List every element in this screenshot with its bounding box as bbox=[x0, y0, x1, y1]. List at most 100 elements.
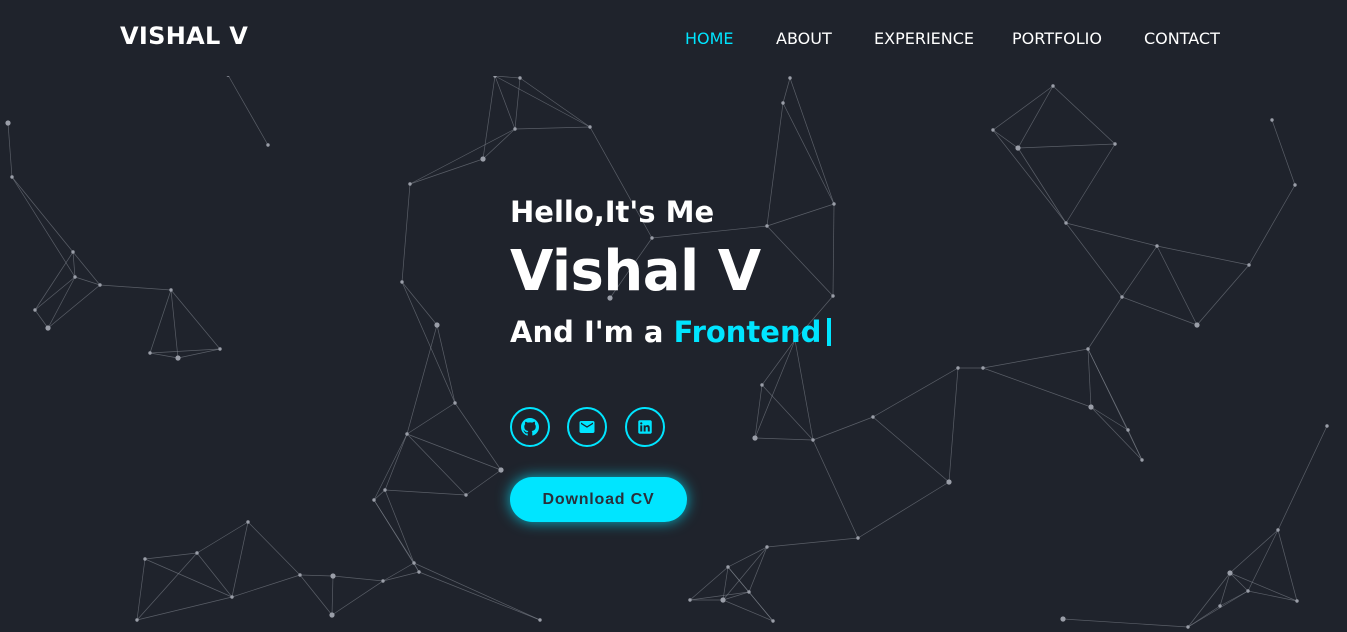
network-node bbox=[408, 182, 412, 186]
typed-role: Frontend bbox=[673, 315, 822, 349]
network-node bbox=[498, 467, 504, 473]
network-line bbox=[782, 102, 835, 205]
network-line bbox=[1062, 618, 1189, 628]
network-node bbox=[688, 598, 692, 602]
network-line bbox=[748, 546, 768, 593]
network-line bbox=[1229, 572, 1249, 592]
network-line bbox=[482, 128, 516, 160]
network-line bbox=[99, 284, 172, 291]
network-line bbox=[299, 574, 333, 616]
network-line bbox=[514, 126, 591, 130]
network-node bbox=[747, 590, 751, 594]
network-node bbox=[760, 383, 764, 387]
network-node bbox=[1293, 183, 1297, 187]
network-line bbox=[136, 552, 198, 621]
network-line bbox=[1247, 590, 1298, 602]
network-line bbox=[766, 225, 834, 297]
nav-about-link[interactable]: ABOUT bbox=[776, 29, 832, 48]
network-line bbox=[832, 203, 835, 297]
hero-name: Vishal V bbox=[510, 239, 761, 304]
network-node bbox=[856, 536, 860, 540]
network-line bbox=[231, 574, 301, 598]
network-node bbox=[175, 355, 181, 361]
network-line bbox=[196, 521, 249, 554]
network-node bbox=[1247, 263, 1251, 267]
network-line bbox=[754, 437, 814, 441]
network-line bbox=[401, 281, 438, 326]
network-line bbox=[47, 284, 101, 329]
network-line bbox=[782, 77, 791, 104]
network-line bbox=[1087, 296, 1123, 350]
network-node bbox=[135, 618, 139, 622]
nav-home-link[interactable]: HOME bbox=[685, 29, 734, 48]
network-line bbox=[1156, 245, 1198, 326]
network-line bbox=[401, 183, 411, 283]
network-node bbox=[831, 294, 835, 298]
network-line bbox=[413, 562, 541, 621]
network-node bbox=[98, 283, 102, 287]
network-node bbox=[1120, 295, 1124, 299]
network-node bbox=[871, 415, 875, 419]
network-line bbox=[992, 129, 1019, 149]
linkedin-icon bbox=[638, 420, 652, 434]
network-node bbox=[981, 366, 985, 370]
network-node bbox=[372, 498, 376, 502]
network-node bbox=[400, 280, 404, 284]
network-line bbox=[1248, 184, 1296, 266]
network-line bbox=[1090, 406, 1143, 461]
nav-menu: HOME ABOUT EXPERIENCE PORTFOLIO CONTACT bbox=[0, 29, 1347, 49]
nav-contact-link[interactable]: CONTACT bbox=[1144, 29, 1220, 48]
network-node bbox=[434, 322, 440, 328]
network-node bbox=[1325, 424, 1329, 428]
network-node bbox=[781, 101, 785, 105]
network-line bbox=[872, 367, 959, 418]
network-line bbox=[34, 276, 76, 311]
network-line bbox=[1121, 296, 1198, 326]
network-node bbox=[1064, 221, 1068, 225]
network-line bbox=[384, 489, 415, 564]
social-links bbox=[510, 407, 670, 447]
github-icon bbox=[521, 418, 539, 436]
download-cv-button[interactable]: Download CV bbox=[510, 477, 687, 522]
network-node bbox=[1126, 428, 1130, 432]
github-link[interactable] bbox=[510, 407, 550, 447]
network-line bbox=[1156, 245, 1250, 266]
network-line bbox=[766, 537, 859, 548]
network-node bbox=[1015, 145, 1021, 151]
network-line bbox=[409, 158, 484, 185]
network-node bbox=[330, 573, 336, 579]
network-node bbox=[518, 76, 522, 80]
network-line bbox=[872, 416, 950, 483]
network-line bbox=[72, 251, 76, 278]
network-node bbox=[45, 325, 51, 331]
network-line bbox=[982, 348, 1089, 369]
network-node bbox=[1155, 244, 1159, 248]
network-line bbox=[384, 433, 408, 491]
network-node bbox=[538, 618, 542, 622]
network-node bbox=[1218, 604, 1222, 608]
network-line bbox=[789, 77, 835, 205]
network-line bbox=[136, 558, 146, 621]
network-line bbox=[373, 499, 420, 573]
email-link[interactable] bbox=[567, 407, 607, 447]
network-line bbox=[794, 339, 814, 441]
network-line bbox=[382, 562, 415, 582]
network-line bbox=[1121, 245, 1158, 298]
network-line bbox=[332, 575, 384, 582]
network-node bbox=[1088, 404, 1094, 410]
network-node bbox=[10, 175, 14, 179]
network-line bbox=[1065, 222, 1158, 247]
nav-portfolio-link[interactable]: PORTFOLIO bbox=[1012, 29, 1102, 48]
network-node bbox=[1051, 84, 1055, 88]
network-node bbox=[71, 250, 75, 254]
network-line bbox=[727, 546, 768, 568]
linkedin-link[interactable] bbox=[625, 407, 665, 447]
network-line bbox=[144, 558, 233, 598]
network-node bbox=[381, 579, 385, 583]
nav-experience-link[interactable]: EXPERIENCE bbox=[874, 29, 974, 48]
network-line bbox=[227, 74, 269, 146]
network-node bbox=[1276, 528, 1280, 532]
network-line bbox=[418, 571, 541, 621]
network-line bbox=[34, 309, 49, 329]
network-line bbox=[992, 129, 1067, 224]
